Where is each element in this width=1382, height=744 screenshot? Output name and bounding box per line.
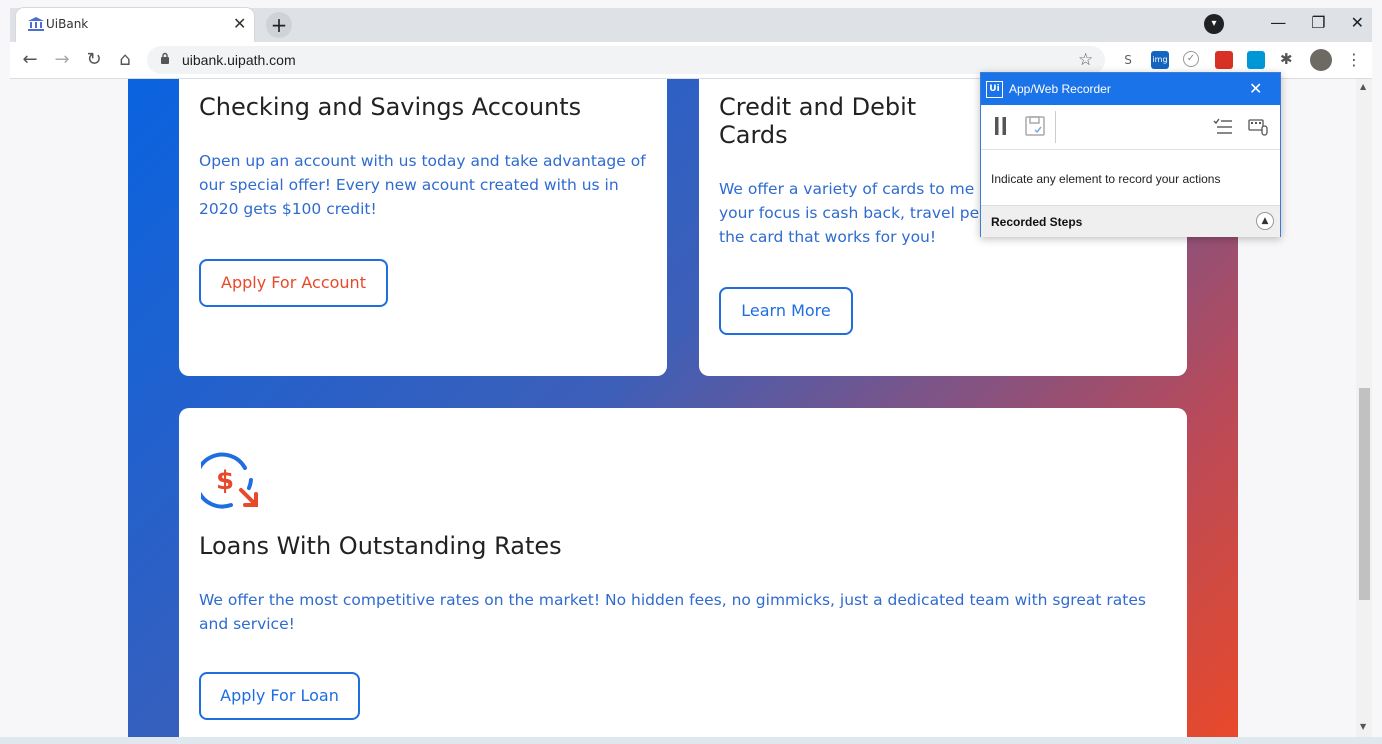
bank-favicon-icon (27, 16, 45, 36)
window-controls: — ❐ ✕ (1270, 13, 1364, 32)
recorder-message: Indicate any element to record your acti… (991, 172, 1221, 186)
uipath-extension-icon[interactable] (1247, 51, 1265, 69)
tab-search-icon[interactable]: ▾ (1204, 14, 1224, 34)
chevron-up-icon[interactable]: ▲ (1256, 212, 1274, 230)
reload-icon[interactable]: ↻ (83, 49, 105, 71)
credit-text-line1: We offer a variety of cards to me (719, 180, 975, 198)
recorder-title: App/Web Recorder (1009, 82, 1111, 96)
avatar[interactable] (1310, 49, 1332, 71)
credit-title-line2: Cards (719, 121, 788, 149)
loans-title: Loans With Outstanding Rates (199, 532, 562, 560)
learn-more-button[interactable]: Learn More (719, 287, 853, 335)
checking-text: Open up an account with us today and tak… (199, 152, 646, 218)
toolbar-divider (1055, 111, 1056, 143)
loan-dollar-icon: $ (194, 452, 263, 514)
save-icon[interactable] (1025, 116, 1045, 140)
keyboard-mouse-icon[interactable] (1248, 118, 1268, 140)
bookmark-star-icon[interactable]: ☆ (1078, 50, 1093, 70)
loans-text: We offer the most competitive rates on t… (199, 591, 1146, 633)
recorder-toolbar (981, 105, 1280, 150)
steps-list-icon[interactable] (1213, 118, 1233, 140)
minimize-icon[interactable]: — (1270, 13, 1286, 32)
restore-icon[interactable]: ❐ (1311, 13, 1325, 32)
extensions-puzzle-icon[interactable]: ✱ (1280, 50, 1293, 68)
loans-card: $ Loans With Outstanding Rates We offer … (179, 408, 1187, 737)
recorded-steps-bar[interactable]: Recorded Steps ▲ (981, 205, 1280, 237)
scroll-up-icon[interactable]: ▲ (1360, 82, 1366, 91)
checkmark-extension-icon[interactable]: ✓ (1183, 51, 1199, 67)
uipath-logo-icon: Ui (986, 81, 1003, 98)
recorder-window: Ui App/Web Recorder ✕ Indicate any eleme… (980, 72, 1281, 237)
recorder-close-icon[interactable]: ✕ (1249, 79, 1262, 98)
img-extension-icon[interactable]: img (1151, 51, 1169, 69)
forward-icon[interactable]: → (51, 49, 73, 71)
recorded-steps-label: Recorded Steps (991, 215, 1083, 229)
credit-title-line1: Credit and Debit (719, 93, 917, 121)
apply-loan-button[interactable]: Apply For Loan (199, 672, 360, 720)
home-icon[interactable]: ⌂ (114, 49, 136, 71)
apply-account-button[interactable]: Apply For Account (199, 259, 388, 307)
scrollbar-thumb[interactable] (1359, 388, 1370, 600)
url-text[interactable]: uibank.uipath.com (182, 52, 296, 68)
red-extension-icon[interactable] (1215, 51, 1233, 69)
close-window-icon[interactable]: ✕ (1351, 13, 1364, 32)
credit-text-line3: the card that works for you! (719, 228, 937, 246)
pause-icon[interactable] (995, 117, 1007, 139)
checking-card: Checking and Savings Accounts Open up an… (179, 79, 667, 376)
new-tab-button[interactable]: + (266, 12, 292, 38)
taskbar-strip (0, 737, 1382, 744)
checking-title: Checking and Savings Accounts (199, 93, 582, 121)
scroll-down-icon[interactable]: ▼ (1360, 722, 1366, 731)
credit-text-line2: your focus is cash back, travel pe (719, 204, 980, 222)
tab-title: UiBank (46, 17, 89, 31)
browser-menu-icon[interactable]: ⋮ (1346, 50, 1362, 69)
back-icon[interactable]: ← (19, 49, 41, 71)
lock-icon[interactable] (160, 52, 170, 67)
svg-text:$: $ (216, 466, 234, 496)
s-extension-icon[interactable]: S (1119, 51, 1137, 69)
tab-close-icon[interactable]: ✕ (233, 14, 246, 34)
